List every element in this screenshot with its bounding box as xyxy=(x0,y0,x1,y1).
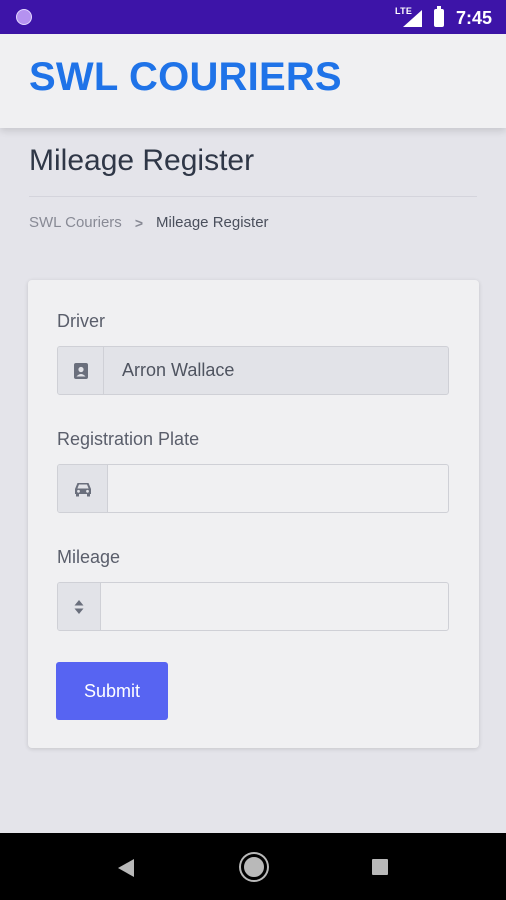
mileage-form-card: Driver Registration Plate Mileage xyxy=(28,280,479,748)
title-divider xyxy=(29,196,477,197)
submit-button[interactable]: Submit xyxy=(56,662,168,720)
brand-title[interactable]: SWL COURIERS xyxy=(29,55,342,100)
battery-icon xyxy=(434,6,444,27)
recents-icon[interactable] xyxy=(372,859,388,875)
registration-plate-field[interactable] xyxy=(57,464,449,513)
breadcrumb: SWL Couriers > Mileage Register xyxy=(29,214,269,231)
driver-input xyxy=(104,347,448,394)
driver-label: Driver xyxy=(57,311,105,331)
breadcrumb-separator: > xyxy=(134,214,143,231)
car-icon xyxy=(58,465,108,512)
mileage-field[interactable] xyxy=(57,582,449,631)
page-title: Mileage Register xyxy=(29,144,255,177)
contact-card-icon xyxy=(58,347,104,394)
back-icon[interactable] xyxy=(118,859,134,877)
driver-field xyxy=(57,346,449,395)
home-icon[interactable] xyxy=(241,854,267,880)
registration-plate-label: Registration Plate xyxy=(57,429,200,449)
android-nav-bar xyxy=(0,833,506,900)
clock: 7:45 xyxy=(456,8,493,28)
mileage-input[interactable] xyxy=(101,583,448,630)
sort-icon xyxy=(58,583,101,630)
app-header: SWL COURIERS xyxy=(0,34,506,128)
signal-icon xyxy=(403,10,422,27)
status-bar: LTE 7:45 xyxy=(0,0,506,34)
mileage-label: Mileage xyxy=(57,547,121,567)
registration-plate-input[interactable] xyxy=(108,465,448,512)
notification-icon xyxy=(16,9,32,25)
breadcrumb-current: Mileage Register xyxy=(156,214,269,231)
breadcrumb-home-link[interactable]: SWL Couriers xyxy=(29,214,122,231)
